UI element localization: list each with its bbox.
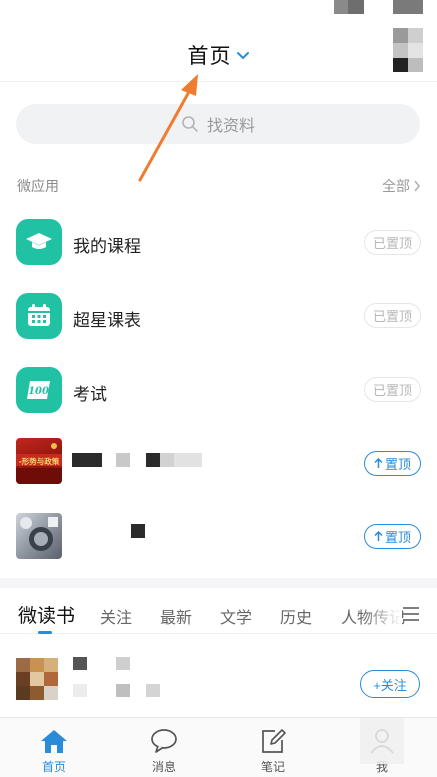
annotation-arrow	[138, 74, 198, 182]
